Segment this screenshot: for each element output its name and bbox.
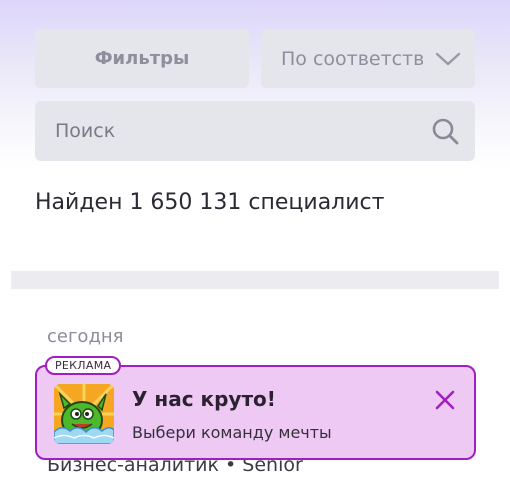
sort-select[interactable]: По соответствию <box>261 29 475 88</box>
filters-button[interactable]: Фильтры <box>35 29 249 88</box>
ad-title: У нас круто! <box>132 387 276 411</box>
search-icon[interactable] <box>431 117 459 145</box>
search-placeholder: Поиск <box>55 120 116 142</box>
search-input[interactable]: Поиск <box>35 101 475 161</box>
results-count: Найден 1 650 131 специалист <box>35 190 385 215</box>
close-icon[interactable] <box>434 389 456 411</box>
ad-badge: РЕКЛАМА <box>45 356 122 375</box>
sort-select-value: По соответствию <box>281 47 423 70</box>
green-monster-logo <box>54 384 114 444</box>
section-divider <box>11 271 499 289</box>
ad-subtitle: Выбери команду мечты <box>132 423 332 442</box>
ad-banner[interactable]: У нас круто! Выбери команду мечты <box>35 365 476 460</box>
chevron-down-icon <box>435 52 461 65</box>
date-label: сегодня <box>47 326 124 347</box>
